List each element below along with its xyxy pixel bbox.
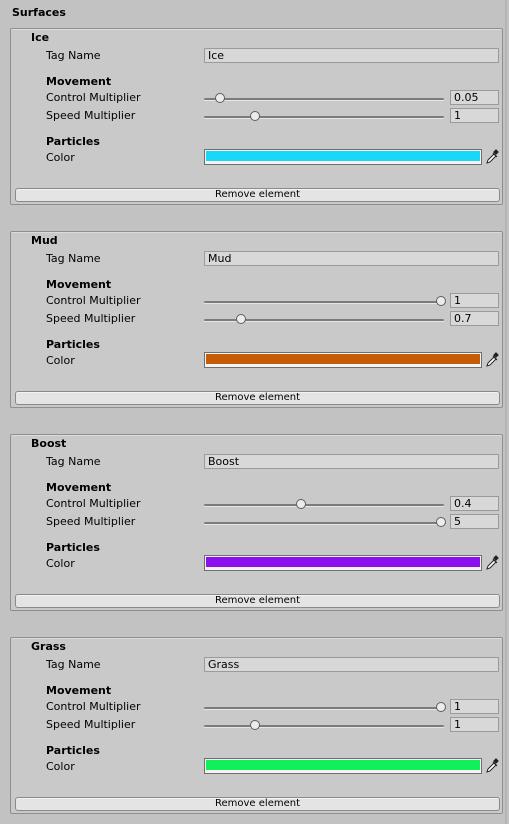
speed-multiplier-thumb[interactable] [235, 314, 246, 324]
movement-heading: Movement [46, 75, 112, 88]
eyedropper-icon[interactable] [485, 758, 499, 774]
speed-multiplier-field[interactable]: 1 [450, 108, 499, 123]
control-multiplier-slider[interactable] [204, 301, 444, 303]
color-field[interactable] [204, 149, 482, 165]
control-multiplier-field[interactable]: 1 [450, 293, 499, 308]
tag-name-label: Tag Name [46, 49, 101, 62]
control-multiplier-label: Control Multiplier [46, 700, 141, 713]
surface-title[interactable]: Mud [31, 234, 58, 247]
surface-title[interactable]: Ice [31, 31, 49, 44]
color-swatch [206, 354, 480, 364]
particles-heading: Particles [46, 744, 100, 757]
color-field[interactable] [204, 352, 482, 368]
speed-multiplier-label: Speed Multiplier [46, 515, 136, 528]
color-label: Color [46, 760, 75, 773]
control-multiplier-field[interactable]: 0.4 [450, 496, 499, 511]
movement-heading: Movement [46, 481, 112, 494]
color-swatch [206, 760, 480, 770]
color-label: Color [46, 354, 75, 367]
speed-multiplier-field[interactable]: 1 [450, 717, 499, 732]
movement-heading: Movement [46, 684, 112, 697]
surface-panel-ice: Ice Tag Name Ice Movement Control Multip… [10, 28, 503, 205]
speed-multiplier-field[interactable]: 5 [450, 514, 499, 529]
eyedropper-icon[interactable] [485, 352, 499, 368]
scrollbar-edge [505, 0, 507, 824]
speed-multiplier-thumb[interactable] [436, 517, 446, 527]
surfaces-header: Surfaces [12, 6, 66, 19]
control-multiplier-slider[interactable] [204, 98, 444, 100]
surface-panel-mud: Mud Tag Name Mud Movement Control Multip… [10, 231, 503, 408]
speed-multiplier-slider[interactable] [204, 116, 444, 118]
control-multiplier-thumb[interactable] [296, 499, 307, 509]
color-swatch [206, 557, 480, 567]
particles-heading: Particles [46, 135, 100, 148]
movement-heading: Movement [46, 278, 112, 291]
tag-name-label: Tag Name [46, 455, 101, 468]
color-field[interactable] [204, 758, 482, 774]
speed-multiplier-label: Speed Multiplier [46, 109, 136, 122]
control-multiplier-thumb[interactable] [214, 93, 225, 103]
eyedropper-icon[interactable] [485, 555, 499, 571]
speed-multiplier-slider[interactable] [204, 522, 444, 524]
control-multiplier-field[interactable]: 0.05 [450, 90, 499, 105]
tag-name-label: Tag Name [46, 252, 101, 265]
color-label: Color [46, 151, 75, 164]
control-multiplier-label: Control Multiplier [46, 294, 141, 307]
speed-multiplier-slider[interactable] [204, 725, 444, 727]
remove-element-button[interactable]: Remove element [15, 594, 500, 608]
remove-element-button[interactable]: Remove element [15, 188, 500, 202]
tag-name-field[interactable]: Ice [204, 48, 499, 63]
tag-name-label: Tag Name [46, 658, 101, 671]
control-multiplier-thumb[interactable] [436, 296, 446, 306]
remove-element-button[interactable]: Remove element [15, 391, 500, 405]
speed-multiplier-label: Speed Multiplier [46, 312, 136, 325]
control-multiplier-thumb[interactable] [436, 702, 446, 712]
control-multiplier-slider[interactable] [204, 707, 444, 709]
surface-panel-boost: Boost Tag Name Boost Movement Control Mu… [10, 434, 503, 611]
surface-title[interactable]: Grass [31, 640, 66, 653]
control-multiplier-field[interactable]: 1 [450, 699, 499, 714]
particles-heading: Particles [46, 338, 100, 351]
tag-name-field[interactable]: Boost [204, 454, 499, 469]
surface-panel-grass: Grass Tag Name Grass Movement Control Mu… [10, 637, 503, 814]
tag-name-field[interactable]: Mud [204, 251, 499, 266]
tag-name-field[interactable]: Grass [204, 657, 499, 672]
eyedropper-icon[interactable] [485, 149, 499, 165]
surface-title[interactable]: Boost [31, 437, 66, 450]
speed-multiplier-thumb[interactable] [249, 720, 260, 730]
speed-multiplier-thumb[interactable] [249, 111, 260, 121]
color-field[interactable] [204, 555, 482, 571]
color-label: Color [46, 557, 75, 570]
remove-element-button[interactable]: Remove element [15, 797, 500, 811]
color-swatch [206, 151, 480, 161]
particles-heading: Particles [46, 541, 100, 554]
control-multiplier-slider[interactable] [204, 504, 444, 506]
control-multiplier-label: Control Multiplier [46, 497, 141, 510]
speed-multiplier-field[interactable]: 0.7 [450, 311, 499, 326]
control-multiplier-label: Control Multiplier [46, 91, 141, 104]
speed-multiplier-label: Speed Multiplier [46, 718, 136, 731]
